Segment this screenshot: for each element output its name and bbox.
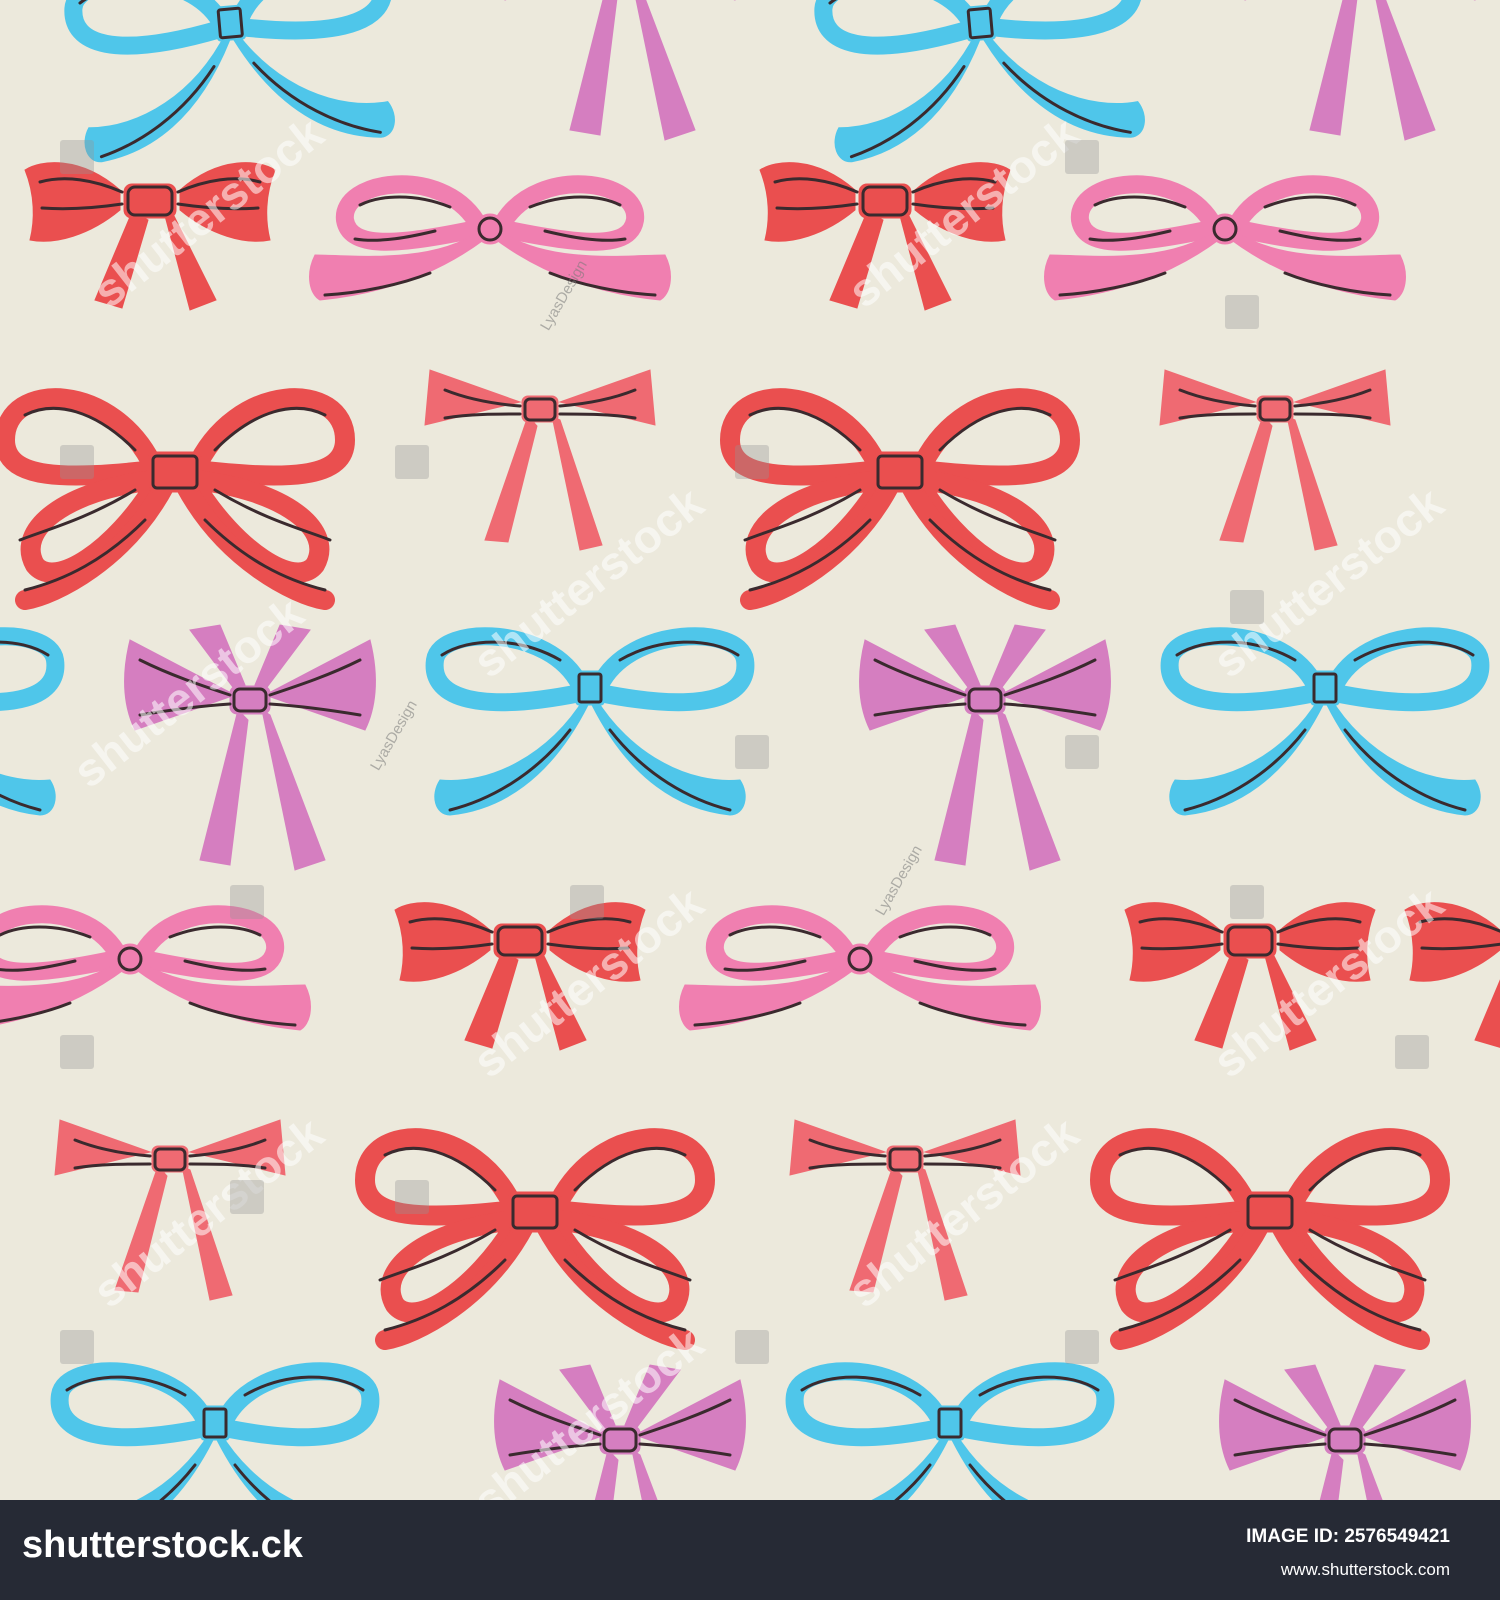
stock-image: shutterstock shutterstock shutterstock shut… [0, 0, 1500, 1600]
bow-pattern [0, 0, 1500, 1500]
image-id: IMAGE ID: 2576549421 [1246, 1526, 1450, 1547]
site-url: www.shutterstock.com [1280, 1560, 1450, 1579]
footer-bar: shutterstock.ck IMAGE ID: 2576549421 www… [0, 1500, 1500, 1600]
brand-logo: shutterstock.ck [22, 1524, 303, 1566]
